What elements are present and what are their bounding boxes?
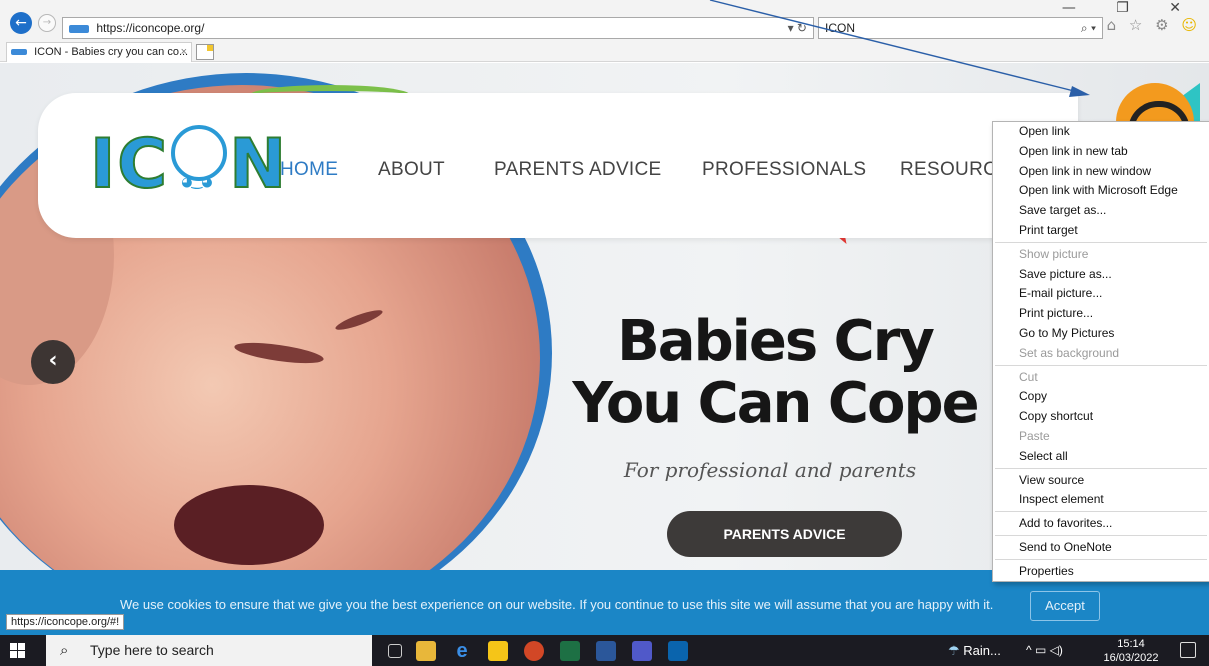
context-menu-item: Show picture — [1019, 246, 1089, 261]
outlook-icon[interactable] — [668, 641, 688, 661]
context-menu-item[interactable]: Open link with Microsoft Edge — [993, 181, 1209, 201]
headline-line-2: You Can Cope — [572, 371, 979, 436]
hero-headline: Babies Cry You Can Cope — [560, 311, 990, 435]
icon-logo[interactable]: ICN — [89, 124, 288, 223]
nav-parents-advice[interactable]: PARENTS ADVICE — [494, 159, 662, 181]
context-menu-item: Set as background — [1019, 345, 1120, 360]
toolbar-icons: ⌂ ☆ ⚙ ☺ — [1107, 16, 1201, 34]
context-menu-separator — [995, 364, 1207, 366]
favorites-star-icon[interactable]: ☆ — [1129, 16, 1146, 34]
context-menu-item[interactable]: Open link in new tab — [993, 142, 1209, 162]
context-menu: Open link Open link in new tab Open link i… — [992, 121, 1209, 582]
new-tab-icon[interactable] — [196, 44, 214, 60]
address-bar[interactable]: https://iconcope.org/ ▾ ↻ — [62, 17, 814, 39]
hero-subheadline: For professional and parents — [623, 458, 917, 482]
powerpoint-icon[interactable] — [524, 641, 544, 661]
word-icon[interactable] — [596, 641, 616, 661]
search-icon[interactable]: ⌕ ▾ — [1081, 18, 1096, 38]
baby-face-logo-icon — [171, 125, 228, 223]
context-menu-item[interactable]: Copy shortcut — [993, 407, 1209, 427]
tab-close-icon[interactable]: × — [181, 43, 187, 61]
system-tray-icons[interactable]: ^ ▭ ◁) — [1026, 635, 1063, 666]
file-explorer-icon[interactable] — [416, 641, 436, 661]
context-menu-item[interactable]: Print target — [993, 221, 1209, 241]
windows-taskbar: ⌕ Type here to search e ☂ Rain... ^ ▭ ◁)… — [0, 635, 1209, 666]
sticky-notes-icon[interactable] — [488, 641, 508, 661]
address-url: https://iconcope.org/ — [96, 21, 205, 35]
search-input[interactable]: ICON ⌕ ▾ — [818, 17, 1103, 39]
context-menu-separator — [995, 467, 1207, 469]
context-menu-item: Paste — [1019, 428, 1050, 443]
headline-line-1: Babies Cry — [617, 309, 935, 374]
tab-title: ICON - Babies cry you can co... — [34, 46, 189, 58]
context-menu-separator — [995, 241, 1207, 243]
status-bar-url: https://iconcope.org/#! — [6, 614, 125, 630]
weather-text: Rain... — [963, 643, 1001, 658]
site-favicon-icon — [69, 24, 89, 33]
excel-icon[interactable] — [560, 641, 580, 661]
feedback-smiley-icon[interactable]: ☺ — [1181, 16, 1201, 34]
cookie-message: We use cookies to ensure that we give yo… — [120, 597, 994, 612]
context-menu-item[interactable]: Save picture as... — [993, 265, 1209, 285]
home-icon[interactable]: ⌂ — [1107, 16, 1121, 34]
context-menu-separator — [995, 558, 1207, 560]
tab-icon-site[interactable]: ICON - Babies cry you can co... × — [6, 42, 192, 62]
nav-professionals[interactable]: PROFESSIONALS — [702, 159, 866, 181]
context-menu-separator — [995, 511, 1207, 513]
site-header: ICN HOME ABOUT PARENTS ADVICE PROFESSION… — [38, 93, 1078, 238]
context-menu-item[interactable]: E-mail picture... — [993, 284, 1209, 304]
browser-chrome: ← → https://iconcope.org/ ▾ ↻ ICON ⌕ ▾ —… — [0, 0, 1209, 62]
umbrella-icon: ☂ — [948, 643, 960, 658]
window-controls[interactable]: — ❐ ✕ — [1062, 0, 1199, 16]
context-menu-item: Cut — [1019, 369, 1038, 384]
context-menu-item[interactable]: Select all — [993, 447, 1209, 467]
settings-gear-icon[interactable]: ⚙ — [1155, 16, 1172, 34]
context-menu-item[interactable]: Save target as... — [993, 201, 1209, 221]
context-menu-item[interactable]: Send to OneNote — [993, 538, 1209, 558]
task-view-icon[interactable] — [388, 644, 402, 658]
internet-explorer-icon[interactable]: e — [452, 641, 472, 661]
context-menu-separator — [995, 534, 1207, 536]
clock-time: 15:14 — [1117, 638, 1145, 650]
tab-favicon-icon — [11, 49, 27, 56]
refresh-icon[interactable]: ▾ ↻ — [788, 18, 807, 38]
windows-start-icon[interactable] — [10, 643, 25, 658]
forward-button[interactable]: → — [38, 14, 56, 32]
context-menu-item[interactable]: Open link — [993, 122, 1209, 142]
weather-widget[interactable]: ☂ Rain... — [948, 635, 1001, 666]
context-menu-item[interactable]: Go to My Pictures — [993, 324, 1209, 344]
context-menu-item[interactable]: Copy — [993, 387, 1209, 407]
parents-advice-button[interactable]: PARENTS ADVICE — [667, 511, 902, 557]
context-menu-item[interactable]: Open link in new window — [993, 162, 1209, 182]
context-menu-item[interactable]: Add to favorites... — [993, 514, 1209, 534]
accept-cookies-button[interactable]: Accept — [1030, 591, 1100, 621]
nav-about[interactable]: ABOUT — [378, 159, 445, 181]
context-menu-item[interactable]: View source — [993, 471, 1209, 491]
teams-icon[interactable] — [632, 641, 652, 661]
context-menu-item[interactable]: Print picture... — [993, 304, 1209, 324]
nav-home[interactable]: HOME — [280, 159, 338, 181]
notification-icon[interactable] — [1180, 642, 1196, 658]
clock-date: 16/03/2022 — [1103, 652, 1159, 664]
search-text: ICON — [825, 21, 855, 35]
search-magnifier-icon: ⌕ — [60, 642, 69, 659]
taskbar-search-placeholder: Type here to search — [90, 642, 214, 658]
taskbar-search-input[interactable]: ⌕ Type here to search — [46, 635, 372, 666]
slider-prev-button[interactable]: ‹ — [31, 340, 75, 384]
context-menu-item[interactable]: Properties — [993, 562, 1209, 582]
back-button[interactable]: ← — [10, 12, 32, 34]
taskbar-clock[interactable]: 15:14 16/03/2022 — [1096, 637, 1166, 665]
context-menu-item[interactable]: Inspect element — [993, 490, 1209, 510]
